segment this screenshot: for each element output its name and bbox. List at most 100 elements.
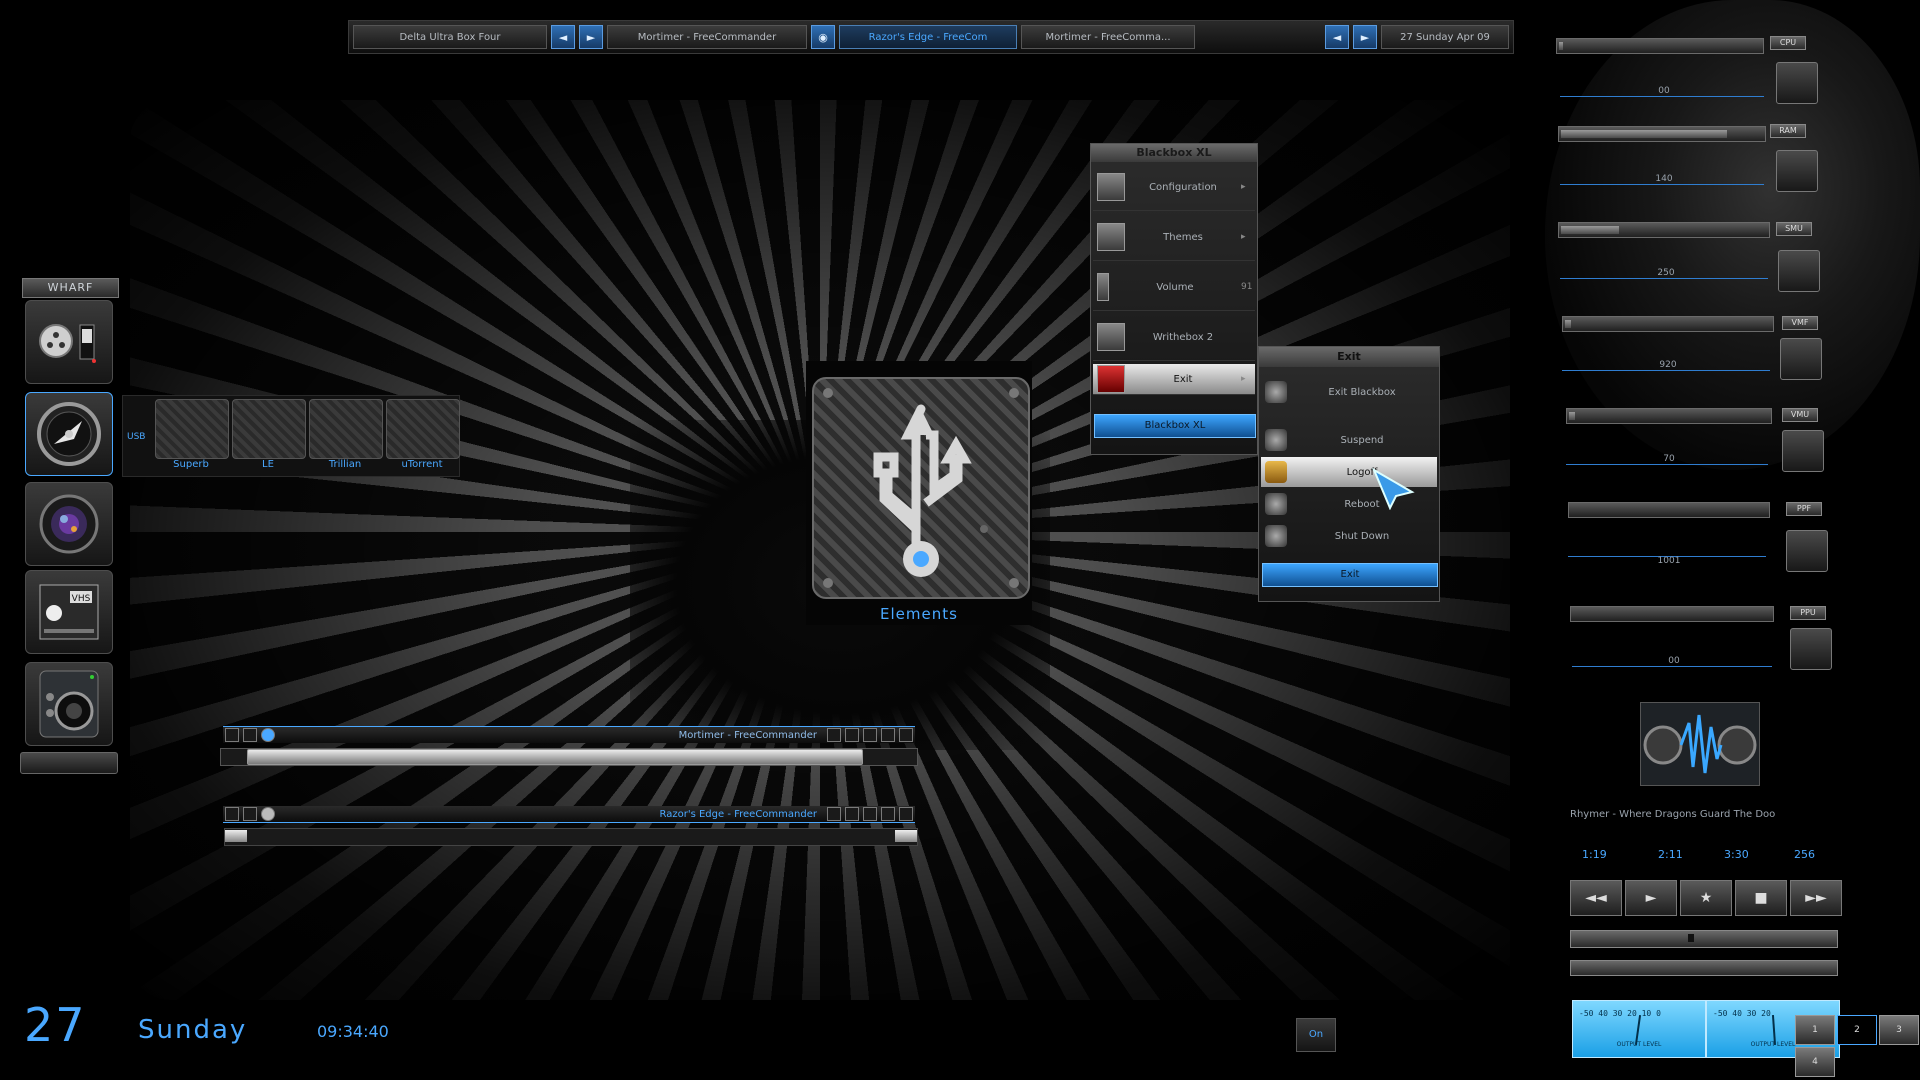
monitor-meter-fill — [1561, 130, 1727, 138]
speed-gauge-icon[interactable] — [25, 392, 113, 476]
media-player-1: Mortimer - FreeCommander — [223, 726, 915, 743]
media-player-2: Razor's Edge - FreeCommander — [223, 806, 915, 823]
elements-desktop-icon[interactable]: Elements — [806, 361, 1032, 625]
next-task-icon[interactable]: ► — [1353, 25, 1377, 49]
camera-lens-icon[interactable] — [25, 482, 113, 566]
music-seek-handle[interactable] — [1688, 934, 1695, 942]
seek-track-2[interactable] — [224, 828, 918, 846]
player-title: Razor's Edge - FreeCommander — [659, 808, 818, 820]
music-volume-bar[interactable] — [1570, 960, 1838, 976]
next-track-button[interactable]: ►► — [1790, 880, 1842, 916]
suspend-icon — [1265, 429, 1287, 451]
monitor-widget-icon[interactable] — [1790, 628, 1832, 670]
monitor-meter-ram — [1558, 126, 1766, 142]
monitor-widget-icon[interactable] — [1776, 150, 1818, 192]
grid-icon — [1097, 223, 1125, 251]
favorite-button[interactable]: ★ — [1680, 880, 1732, 916]
monitor-widget-icon[interactable] — [1786, 530, 1828, 572]
control-panel-icon[interactable] — [25, 300, 113, 384]
reboot-icon — [1265, 493, 1287, 515]
player-knob[interactable] — [261, 807, 275, 821]
monitor-widget-icon[interactable] — [1778, 250, 1820, 292]
menu-item-exit-blackbox[interactable]: Exit Blackbox — [1261, 373, 1437, 411]
player-button[interactable] — [827, 807, 841, 821]
monitor-widget-icon[interactable] — [1782, 430, 1824, 472]
previous-track-button[interactable]: ◄◄ — [1570, 880, 1622, 916]
menu-item-writhebox[interactable]: Writhebox 2 — [1093, 314, 1255, 361]
task-button[interactable]: Mortimer - FreeCommander — [607, 25, 807, 49]
pager-desk-2[interactable]: 2 — [1837, 1015, 1877, 1045]
pen-icon — [1097, 323, 1125, 351]
prev-task-icon[interactable]: ◄ — [1325, 25, 1349, 49]
taskbar: Delta Ultra Box Four ◄ ► Mortimer - Free… — [348, 20, 1514, 54]
player-button[interactable] — [827, 728, 841, 742]
player-button[interactable] — [243, 807, 257, 821]
task-button[interactable]: Mortimer - FreeComma... — [1021, 25, 1195, 49]
task-app-icon[interactable]: ◉ — [811, 25, 835, 49]
usb-tile-icon[interactable] — [155, 399, 229, 459]
prev-workspace-icon[interactable]: ◄ — [551, 25, 575, 49]
seek-track-1[interactable] — [220, 748, 918, 766]
menu-item-label: Writhebox 2 — [1152, 331, 1214, 343]
monitor-graph-line — [1560, 96, 1764, 97]
player-button[interactable] — [243, 728, 257, 742]
svg-text:VHS: VHS — [72, 594, 91, 604]
monitor-widget-icon[interactable] — [1780, 338, 1822, 380]
pager-desk-1[interactable]: 1 — [1795, 1015, 1835, 1045]
shutdown-icon — [1265, 525, 1287, 547]
seek-handle-left[interactable] — [225, 830, 247, 842]
monitor-graph-line — [1566, 464, 1768, 465]
player-button[interactable] — [225, 728, 239, 742]
play-button[interactable]: ► — [1625, 880, 1677, 916]
menu-item-shut-down[interactable]: Shut Down — [1261, 521, 1437, 551]
player-button[interactable] — [863, 728, 877, 742]
player-button[interactable] — [881, 728, 895, 742]
music-seek-bar[interactable] — [1570, 930, 1838, 948]
player-button[interactable] — [225, 807, 239, 821]
usb-strip-label: USB — [127, 432, 146, 442]
monitor-meter-smu — [1558, 222, 1770, 238]
player-button[interactable] — [845, 728, 859, 742]
player-knob[interactable] — [261, 728, 275, 742]
menu-item-configuration[interactable]: Configuration ▸ — [1093, 164, 1255, 211]
stop-button[interactable]: ■ — [1735, 880, 1787, 916]
workspace-label[interactable]: Delta Ultra Box Four — [353, 25, 547, 49]
vhs-tape-icon[interactable]: VHS — [25, 570, 113, 654]
submenu-footer-button[interactable]: Exit — [1262, 563, 1438, 587]
player-button[interactable] — [899, 728, 913, 742]
monitor-value: 920 — [1659, 360, 1677, 370]
track-elapsed: 1:19 — [1582, 848, 1607, 861]
clock-day-number: 27 — [24, 998, 87, 1052]
player-button[interactable] — [899, 807, 913, 821]
logoff-icon — [1265, 461, 1287, 483]
player-button[interactable] — [845, 807, 859, 821]
toggle-button[interactable]: On — [1296, 1018, 1336, 1052]
menu-item-themes[interactable]: Themes ▸ — [1093, 214, 1255, 261]
vu-scale: -50 40 30 20 10 0 — [1579, 1009, 1661, 1018]
player-button[interactable] — [881, 807, 895, 821]
volume-value: 91 — [1241, 282, 1253, 292]
monitor-widget-icon[interactable] — [1776, 62, 1818, 104]
monitor-meter-ppf — [1568, 502, 1770, 518]
menu-item-suspend[interactable]: Suspend — [1261, 425, 1437, 455]
menu-footer-button[interactable]: Blackbox XL — [1094, 414, 1256, 438]
monitor-value: 70 — [1663, 454, 1675, 464]
usb-tile-icon[interactable] — [309, 399, 383, 459]
seek-handle-right[interactable] — [895, 830, 917, 842]
monitor-meter-fill — [1559, 42, 1564, 50]
wharf-footer — [20, 752, 118, 774]
menu-item-exit[interactable]: Exit ▸ — [1093, 364, 1255, 395]
wharf-title: WHARF — [22, 278, 119, 298]
monitor-meter-vmu — [1566, 408, 1772, 424]
next-workspace-icon[interactable]: ► — [579, 25, 603, 49]
usb-tile-icon[interactable] — [386, 399, 460, 459]
pager-desk-4[interactable]: 4 — [1795, 1047, 1835, 1077]
usb-tile-icon[interactable] — [232, 399, 306, 459]
task-button-active[interactable]: Razor's Edge - FreeCom — [839, 25, 1017, 49]
menu-item-label: Suspend — [1340, 434, 1384, 446]
player-button[interactable] — [863, 807, 877, 821]
menu-item-volume[interactable]: Volume 91 — [1093, 264, 1255, 311]
pager-desk-3[interactable]: 3 — [1879, 1015, 1919, 1045]
speaker-icon[interactable] — [25, 662, 113, 746]
monitor-tag: PPF — [1786, 502, 1822, 516]
